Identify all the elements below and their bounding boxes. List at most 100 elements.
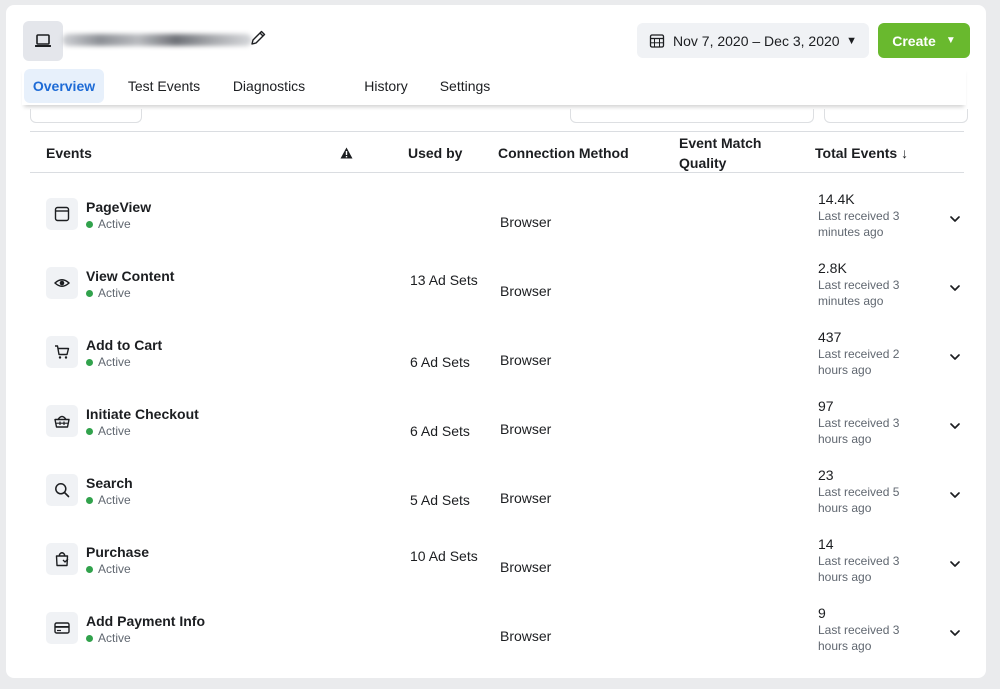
create-button[interactable]: Create ▼ <box>878 23 970 58</box>
event-name[interactable]: View Content <box>86 268 174 284</box>
shopping-bag-icon <box>46 543 78 575</box>
caret-down-icon: ▼ <box>846 34 857 47</box>
warning-icon <box>340 147 353 159</box>
tab-settings[interactable]: Settings <box>430 69 500 103</box>
data-source-name-redacted <box>62 34 252 46</box>
status-dot <box>86 358 93 366</box>
events-table: Events Used by Connection Method Event M… <box>30 131 964 656</box>
event-status: Active <box>86 286 131 300</box>
events-manager-card: Nov 7, 2020 – Dec 3, 2020 ▼ Create ▼ Ove… <box>6 5 986 678</box>
total-events-cell: 9 Last received 3 hours ago <box>818 604 928 654</box>
event-name[interactable]: Initiate Checkout <box>86 406 199 422</box>
tab-history[interactable]: History <box>352 69 420 103</box>
table-row[interactable]: View Content Active 13 Ad Sets Browser 2.8K L… <box>30 242 964 311</box>
table-header: Events Used by Connection Method Event M… <box>30 131 964 173</box>
tab-test-events[interactable]: Test Events <box>118 69 210 103</box>
event-name[interactable]: Add to Cart <box>86 337 162 353</box>
date-range-picker[interactable]: Nov 7, 2020 – Dec 3, 2020 ▼ <box>637 23 869 58</box>
total-events-count: 437 <box>818 329 842 345</box>
used-by-value: 5 Ad Sets <box>410 492 470 508</box>
table-row[interactable]: Search Active 5 Ad Sets Browser 23 Last recei… <box>30 449 964 518</box>
total-events-count: 9 <box>818 605 826 621</box>
event-status: Active <box>86 424 131 438</box>
used-by-value: 6 Ad Sets <box>410 354 470 370</box>
eye-icon <box>46 267 78 299</box>
chevron-down-icon[interactable] <box>948 350 962 364</box>
column-used-by[interactable]: Used by <box>408 132 462 174</box>
used-by-value: 6 Ad Sets <box>410 423 470 439</box>
pencil-icon[interactable] <box>249 29 267 47</box>
chevron-down-icon[interactable] <box>948 626 962 640</box>
used-by-value: 13 Ad Sets <box>410 272 478 288</box>
tab-diagnostics[interactable]: Diagnostics <box>220 69 318 103</box>
connection-method-value: Browser <box>500 490 552 506</box>
status-label: Active <box>98 355 131 369</box>
total-events-cell: 14.4K Last received 3 minutes ago <box>818 190 928 240</box>
chevron-down-icon[interactable] <box>948 281 962 295</box>
caret-down-icon: ▼ <box>945 35 956 46</box>
total-events-count: 14.4K <box>818 191 855 207</box>
event-name[interactable]: Search <box>86 475 133 491</box>
last-received-text: Last received 3 minutes ago <box>818 278 900 308</box>
tab-label: Test Events <box>127 78 201 94</box>
tab-label: History <box>364 78 408 94</box>
used-by-value: 10 Ad Sets <box>410 548 478 564</box>
tab-overview[interactable]: Overview <box>24 69 104 103</box>
total-events-cell: 23 Last received 5 hours ago <box>818 466 928 516</box>
connection-method-value: Browser <box>500 283 552 299</box>
status-dot <box>86 634 93 642</box>
total-events-count: 14 <box>818 536 834 552</box>
create-button-label: Create <box>892 32 936 49</box>
data-source-icon-box[interactable] <box>23 21 63 61</box>
calendar-icon <box>649 33 665 48</box>
table-row[interactable]: Initiate Checkout Active 6 Ad Sets Browser 9… <box>30 380 964 449</box>
status-dot <box>86 496 93 504</box>
status-label: Active <box>98 286 131 300</box>
event-status: Active <box>86 355 131 369</box>
status-dot <box>86 565 93 573</box>
last-received-text: Last received 2 hours ago <box>818 347 900 377</box>
event-status: Active <box>86 493 131 507</box>
table-row[interactable]: PageView Active Browser 14.4K Last received … <box>30 173 964 242</box>
total-events-count: 23 <box>818 467 834 483</box>
column-event-match-quality[interactable]: Event Match Quality <box>679 132 779 174</box>
last-received-text: Last received 3 hours ago <box>818 554 900 584</box>
table-row[interactable]: Add Payment Info Active Browser 9 Last recei… <box>30 587 964 656</box>
status-label: Active <box>98 631 131 645</box>
column-warning <box>340 132 353 174</box>
chevron-down-icon[interactable] <box>948 212 962 226</box>
hidden-sort-control[interactable] <box>824 109 968 123</box>
table-row[interactable]: Purchase Active 10 Ad Sets Browser 14 Last re… <box>30 518 964 587</box>
cart-icon <box>46 336 78 368</box>
event-name[interactable]: Purchase <box>86 544 149 560</box>
total-events-cell: 14 Last received 3 hours ago <box>818 535 928 585</box>
connection-method-value: Browser <box>500 352 552 368</box>
column-total-events[interactable]: Total Events ↓ <box>815 132 908 174</box>
tab-label: Overview <box>32 78 96 94</box>
event-status: Active <box>86 631 131 645</box>
search-icon <box>46 474 78 506</box>
header: Nov 7, 2020 – Dec 3, 2020 ▼ Create ▼ Ove… <box>6 5 986 109</box>
last-received-text: Last received 3 hours ago <box>818 416 900 446</box>
status-label: Active <box>98 493 131 507</box>
column-connection-method[interactable]: Connection Method <box>498 132 629 174</box>
status-label: Active <box>98 424 131 438</box>
date-range-text: Nov 7, 2020 – Dec 3, 2020 <box>673 32 840 49</box>
status-label: Active <box>98 217 131 231</box>
tab-bar: Overview Test Events Diagnostics History… <box>22 67 966 105</box>
table-body: PageView Active Browser 14.4K Last received … <box>30 173 964 656</box>
hidden-filter-control[interactable] <box>30 109 142 123</box>
connection-method-value: Browser <box>500 214 552 230</box>
event-name[interactable]: PageView <box>86 199 151 215</box>
table-row[interactable]: Add to Cart Active 6 Ad Sets Browser 437 Last… <box>30 311 964 380</box>
hidden-search-input[interactable] <box>570 109 814 123</box>
laptop-icon <box>35 34 51 47</box>
event-name[interactable]: Add Payment Info <box>86 613 205 629</box>
chevron-down-icon[interactable] <box>948 488 962 502</box>
tab-label: Settings <box>439 78 491 94</box>
last-received-text: Last received 3 hours ago <box>818 623 900 653</box>
column-events[interactable]: Events <box>46 132 92 174</box>
chevron-down-icon[interactable] <box>948 557 962 571</box>
chevron-down-icon[interactable] <box>948 419 962 433</box>
total-events-count: 97 <box>818 398 834 414</box>
